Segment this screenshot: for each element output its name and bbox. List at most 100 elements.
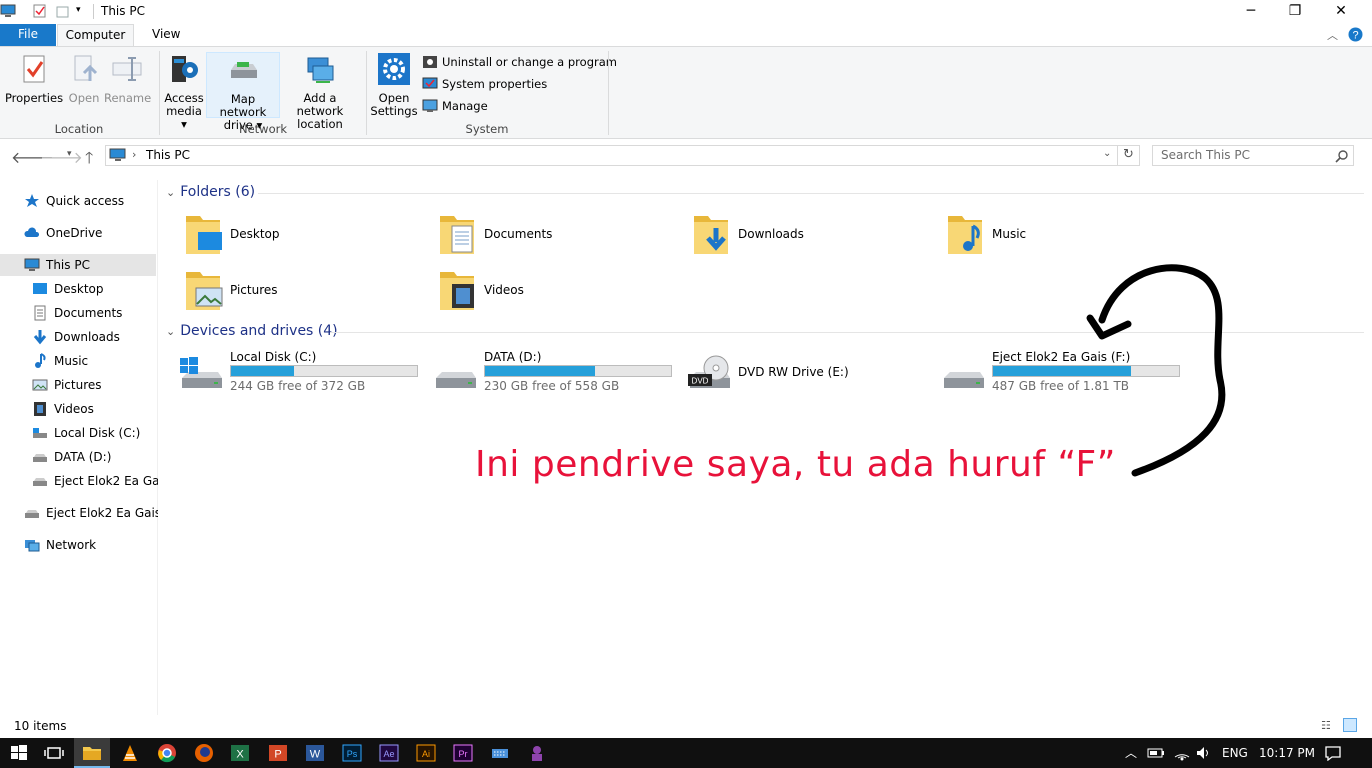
tab-view[interactable]: View — [140, 24, 192, 47]
sidebar-item-onedrive[interactable]: OneDrive — [24, 222, 158, 244]
system-properties-button[interactable]: System properties — [422, 75, 547, 93]
sidebar-item-usb-drive[interactable]: Eject Elok2 Ea Gais ( — [32, 470, 158, 492]
rename-label: Rename — [104, 91, 152, 105]
sidebar-item-music[interactable]: Music — [32, 350, 158, 372]
map-network-drive-button[interactable]: Map network drive ▾ — [206, 52, 280, 132]
recent-locations-icon[interactable]: ▾ — [67, 149, 72, 159]
collapse-chevron-icon[interactable]: ⌄ — [166, 325, 175, 338]
taskbar-file-explorer[interactable] — [74, 738, 110, 768]
folder-music[interactable]: Music — [946, 210, 1196, 258]
tiles-view-icon[interactable] — [1343, 718, 1357, 732]
show-hidden-icons-icon[interactable]: ︿ — [1125, 744, 1137, 761]
drive-local-disk-c[interactable]: Local Disk (C:) 244 GB free of 372 GB — [178, 350, 428, 398]
minimize-button[interactable]: ─ — [1228, 0, 1274, 24]
battery-icon[interactable] — [1147, 746, 1165, 760]
documents-folder-icon — [440, 216, 474, 254]
start-windows-icon[interactable] — [9, 743, 29, 763]
drive-data-d[interactable]: DATA (D:) 230 GB free of 558 GB — [432, 350, 682, 398]
drives-header-label: Devices and drives (4) — [180, 323, 338, 339]
folder-pictures[interactable]: Pictures — [184, 266, 434, 314]
open-settings-button[interactable]: Open Settings — [370, 53, 418, 118]
tab-file[interactable]: File — [0, 24, 56, 47]
drive-dvd-e[interactable]: DVD DVD RW Drive (E:) — [686, 350, 936, 398]
breadcrumb-this-pc[interactable]: This PC — [146, 148, 190, 162]
customize-toolbar-icon[interactable]: ▾ — [76, 5, 81, 15]
word-icon[interactable]: W — [305, 743, 325, 763]
folder-documents[interactable]: Documents — [438, 210, 688, 258]
excel-icon[interactable]: X — [230, 743, 250, 763]
breadcrumb-chevron-icon[interactable]: › — [132, 148, 136, 161]
divider — [1117, 145, 1118, 166]
access-media-button[interactable]: Access media ▾ — [163, 53, 205, 131]
help-icon[interactable]: ? — [1348, 27, 1363, 42]
photoshop-icon[interactable]: Ps — [342, 743, 362, 763]
vlc-icon[interactable] — [120, 743, 140, 763]
drive-name: Local Disk (C:) — [230, 350, 317, 364]
sidebar-item-videos[interactable]: Videos — [32, 398, 158, 420]
uninstall-label: Uninstall or change a program — [442, 55, 617, 69]
folder-label: Downloads — [738, 227, 804, 241]
illustrator-icon[interactable]: Ai — [416, 743, 436, 763]
folder-desktop[interactable]: Desktop — [184, 210, 434, 258]
dvd-drive-icon: DVD — [688, 355, 730, 388]
new-folder-icon[interactable] — [56, 4, 70, 18]
action-center-icon[interactable] — [1324, 745, 1342, 761]
chrome-icon[interactable] — [157, 743, 177, 763]
drive-usage-bar — [230, 365, 418, 377]
sidebar-item-pictures[interactable]: Pictures — [32, 374, 158, 396]
folder-videos[interactable]: Videos — [438, 266, 688, 314]
search-input[interactable]: Search This PC — [1152, 145, 1354, 166]
properties-icon[interactable] — [33, 4, 47, 18]
sidebar-item-documents[interactable]: Documents — [32, 302, 158, 324]
music-folder-icon — [948, 216, 982, 254]
sidebar-item-label: Eject Elok2 Ea Gais (F: — [46, 506, 158, 520]
drive-name: DATA (D:) — [484, 350, 542, 364]
tab-computer[interactable]: Computer — [57, 24, 134, 47]
forward-arrow-icon[interactable]: 🡒 — [40, 147, 83, 167]
sidebar-item-data-d[interactable]: DATA (D:) — [32, 446, 158, 468]
rename-button[interactable]: Rename — [104, 53, 152, 105]
sidebar-item-quick-access[interactable]: Quick access — [24, 190, 158, 212]
properties-button[interactable]: Properties — [4, 53, 64, 105]
clock[interactable]: 10:17 PM — [1259, 746, 1315, 760]
annotation-text: Ini pendrive saya, tu ada huruf “F” — [475, 444, 1116, 485]
after-effects-icon[interactable]: Ae — [379, 743, 399, 763]
sidebar-item-usb-drive-root[interactable]: Eject Elok2 Ea Gais (F: — [24, 502, 158, 524]
task-view-icon[interactable] — [44, 743, 64, 763]
language-indicator[interactable]: ENG — [1222, 746, 1248, 760]
folder-label: Videos — [484, 283, 524, 297]
close-button[interactable]: ✕ — [1318, 0, 1364, 24]
wifi-icon[interactable] — [1173, 745, 1191, 761]
refresh-icon[interactable]: ↻ — [1123, 147, 1134, 162]
manage-button[interactable]: Manage — [422, 97, 488, 115]
sidebar-item-this-pc[interactable]: This PC — [0, 254, 156, 276]
search-icon[interactable] — [1335, 149, 1349, 163]
folders-section-header[interactable]: ⌄ Folders (6) — [166, 184, 255, 200]
svg-text:Ae: Ae — [383, 749, 394, 759]
maximize-button[interactable]: ❐ — [1272, 0, 1318, 24]
drives-section-header[interactable]: ⌄ Devices and drives (4) — [166, 323, 338, 339]
open-button[interactable]: Open — [64, 53, 104, 105]
sidebar-item-desktop[interactable]: Desktop — [32, 278, 158, 300]
address-dropdown-icon[interactable]: ⌄ — [1103, 148, 1111, 159]
game-icon[interactable] — [527, 743, 547, 763]
sidebar-item-network[interactable]: Network — [24, 534, 158, 556]
up-arrow-icon[interactable]: 🡑 — [85, 147, 93, 174]
add-network-location-button[interactable]: Add a network location — [282, 53, 358, 131]
keyboard-icon[interactable] — [490, 743, 510, 763]
items-count: 10 items — [14, 719, 67, 733]
folder-downloads[interactable]: Downloads — [692, 210, 942, 258]
address-bar[interactable]: › This PC ⌄ ↻ — [105, 145, 1140, 166]
details-view-icon[interactable]: ☷ — [1321, 719, 1331, 732]
sidebar-item-local-disk-c[interactable]: Local Disk (C:) — [32, 422, 158, 444]
powerpoint-icon[interactable]: P — [268, 743, 288, 763]
uninstall-program-button[interactable]: Uninstall or change a program — [422, 53, 617, 71]
firefox-icon[interactable] — [194, 743, 214, 763]
sidebar-item-downloads[interactable]: Downloads — [32, 326, 158, 348]
navigation-pane: Quick access OneDrive This PC Desktop Do… — [0, 180, 158, 715]
drive-free-space: 230 GB free of 558 GB — [484, 379, 620, 393]
volume-icon[interactable] — [1195, 745, 1213, 761]
premiere-icon[interactable]: Pr — [453, 743, 473, 763]
collapse-ribbon-icon[interactable]: ︿ — [1327, 27, 1338, 43]
collapse-chevron-icon[interactable]: ⌄ — [166, 186, 175, 199]
